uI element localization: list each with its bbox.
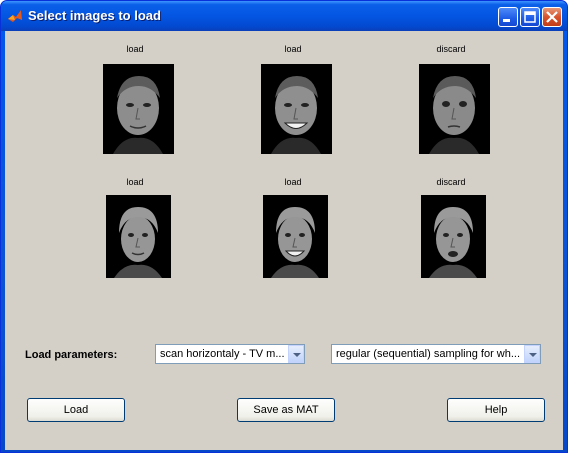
help-button[interactable]: Help <box>447 398 545 422</box>
face-image-thumbnail[interactable] <box>103 64 174 154</box>
maximize-icon <box>524 11 536 23</box>
matlab-icon <box>8 10 22 22</box>
face-image-thumbnail[interactable] <box>106 195 171 278</box>
load-parameters-label: Load parameters: <box>25 349 118 361</box>
face-image-thumbnail[interactable] <box>261 64 332 154</box>
scan-mode-value: scan horizontaly - TV m... <box>160 348 285 360</box>
window-title: Select images to load <box>28 8 161 23</box>
title-bar[interactable]: Select images to load <box>1 1 567 31</box>
image-status-label: discard <box>436 44 466 54</box>
image-status-label: discard <box>436 177 466 187</box>
image-status-label: load <box>126 44 144 54</box>
face-image-thumbnail[interactable] <box>419 64 490 154</box>
sampling-dropdown[interactable]: regular (sequential) sampling for wh... <box>331 344 541 364</box>
minimize-button[interactable] <box>498 7 518 27</box>
minimize-icon <box>503 19 510 22</box>
dialog-window: Select images to load load load discard <box>0 0 568 453</box>
image-status-label: load <box>126 177 144 187</box>
save-as-mat-button[interactable]: Save as MAT <box>237 398 335 422</box>
sampling-value: regular (sequential) sampling for wh... <box>336 348 521 360</box>
face-image-thumbnail[interactable] <box>421 195 486 278</box>
maximize-button[interactable] <box>520 7 540 27</box>
chevron-down-icon[interactable] <box>524 345 540 363</box>
load-button[interactable]: Load <box>27 398 125 422</box>
close-button[interactable] <box>542 7 562 27</box>
face-image-thumbnail[interactable] <box>263 195 328 278</box>
chevron-down-icon[interactable] <box>288 345 304 363</box>
image-status-label: load <box>284 177 302 187</box>
image-status-label: load <box>284 44 302 54</box>
scan-mode-dropdown[interactable]: scan horizontaly - TV m... <box>155 344 305 364</box>
close-icon <box>546 11 558 23</box>
dialog-content: load load discard load load discard Load… <box>5 31 563 450</box>
